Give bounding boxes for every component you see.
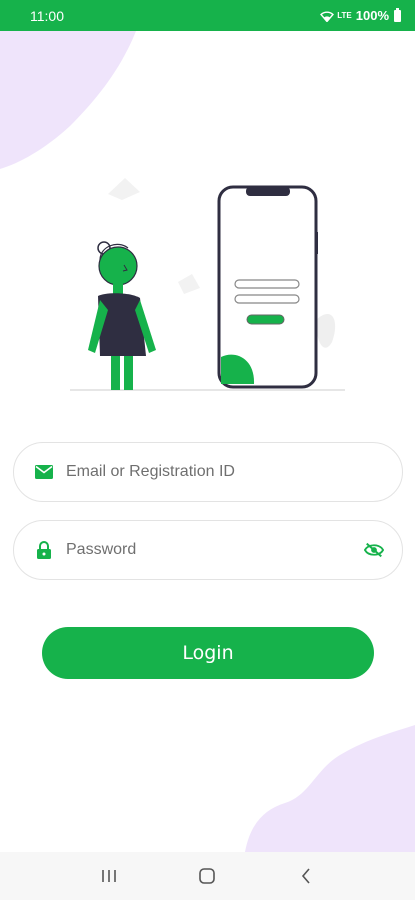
- system-nav-bar: [0, 852, 415, 900]
- login-illustration: [70, 178, 345, 391]
- email-icon: [34, 462, 54, 482]
- password-field[interactable]: [13, 520, 403, 580]
- battery-level: 100%: [355, 8, 389, 23]
- lock-icon: [34, 540, 54, 560]
- login-button[interactable]: Login: [42, 627, 374, 679]
- status-bar: 11:00 LTE 100%: [0, 0, 415, 31]
- recents-icon[interactable]: [89, 856, 129, 896]
- status-time: 11:00: [30, 7, 64, 24]
- status-indicators: LTE 100%: [320, 7, 401, 23]
- back-icon[interactable]: [286, 856, 326, 896]
- decorative-blob-bottom: [245, 725, 415, 852]
- home-icon[interactable]: [187, 856, 227, 896]
- wifi-icon: [320, 11, 335, 22]
- decorative-blob-top: [0, 31, 136, 169]
- battery-icon: [394, 7, 401, 22]
- network-type: LTE: [337, 11, 352, 20]
- email-input[interactable]: [66, 463, 384, 481]
- email-field[interactable]: [13, 442, 403, 502]
- eye-off-icon[interactable]: [364, 540, 384, 560]
- password-input[interactable]: [66, 541, 364, 559]
